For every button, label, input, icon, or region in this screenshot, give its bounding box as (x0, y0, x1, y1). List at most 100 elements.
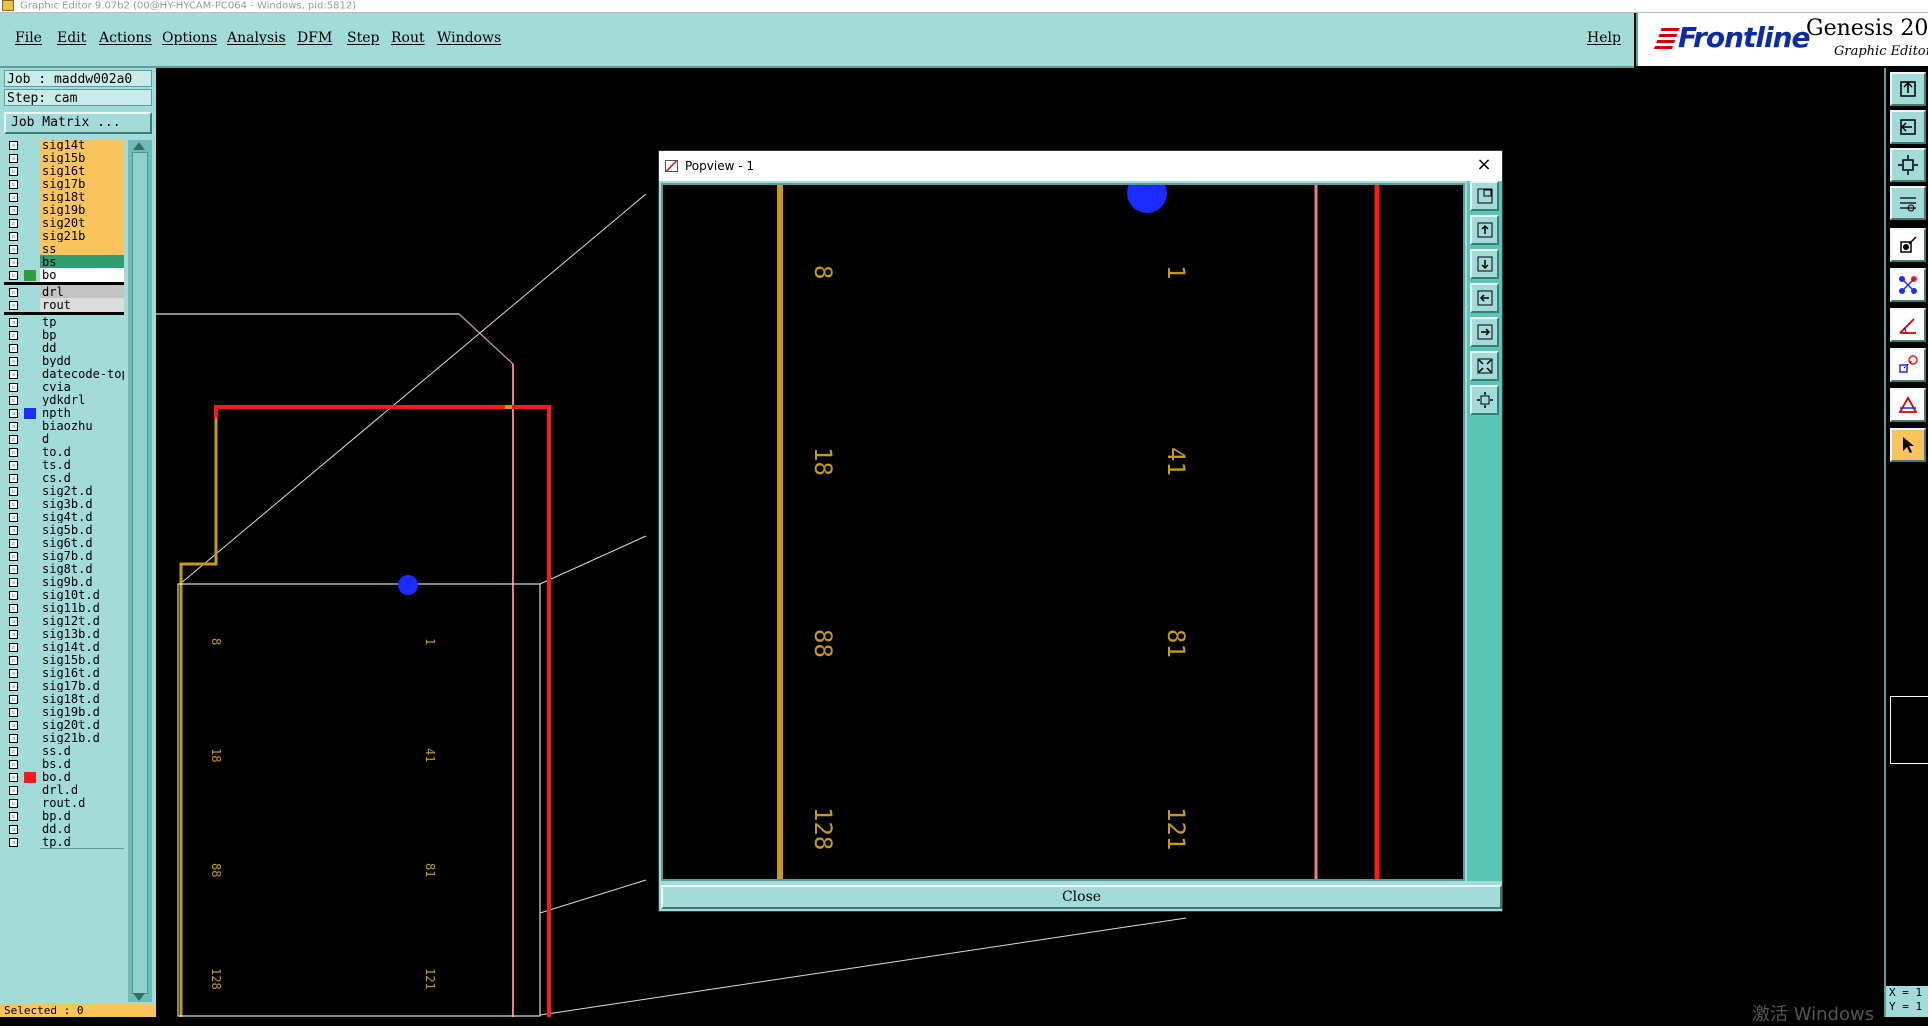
layer-checkbox[interactable] (9, 539, 18, 548)
layer-checkbox[interactable] (9, 435, 18, 444)
layer-checkbox[interactable] (9, 219, 18, 228)
layer-name[interactable]: sig16t (40, 164, 124, 178)
menu-step[interactable]: Step (347, 30, 379, 46)
layer-name[interactable]: sig3b.d (40, 497, 124, 511)
overview-minimap[interactable] (1890, 696, 1928, 764)
layer-name[interactable]: sig11b.d (40, 601, 124, 615)
layer-color-swatch[interactable] (24, 473, 36, 484)
layer-color-swatch[interactable] (24, 434, 36, 445)
layer-name[interactable]: sig21b (40, 229, 124, 243)
layer-color-swatch[interactable] (24, 629, 36, 640)
layer-checkbox[interactable] (9, 656, 18, 665)
layer-color-swatch[interactable] (24, 408, 36, 419)
layer-checkbox[interactable] (9, 604, 18, 613)
layer-name[interactable]: rout (40, 298, 124, 312)
layer-name[interactable]: ss.d (40, 744, 124, 758)
layer-checkbox[interactable] (9, 461, 18, 470)
layer-name[interactable]: biaozhu (40, 419, 124, 433)
layer-color-swatch[interactable] (24, 759, 36, 770)
layer-checkbox[interactable] (9, 357, 18, 366)
layer-color-swatch[interactable] (24, 655, 36, 666)
layer-name[interactable]: sig21b.d (40, 731, 124, 745)
popview-fit-button[interactable] (1470, 385, 1499, 415)
layer-name[interactable]: bp.d (40, 809, 124, 823)
layer-checkbox[interactable] (9, 695, 18, 704)
layer-row[interactable]: rout (4, 298, 124, 313)
menu-windows[interactable]: Windows (437, 30, 501, 46)
menu-options[interactable]: Options (162, 30, 217, 46)
layer-checkbox[interactable] (9, 288, 18, 297)
layer-name[interactable]: tp (40, 315, 124, 329)
scroll-down-arrow-icon[interactable] (133, 993, 145, 1001)
layer-color-swatch[interactable] (24, 447, 36, 458)
measure-angle-button[interactable] (1890, 308, 1926, 342)
layer-name[interactable]: dd (40, 341, 124, 355)
layer-checkbox[interactable] (9, 643, 18, 652)
layer-name[interactable]: ydkdrl (40, 393, 124, 407)
layer-color-swatch[interactable] (24, 395, 36, 406)
layer-checkbox[interactable] (9, 396, 18, 405)
layer-checkbox[interactable] (9, 799, 18, 808)
settings-button[interactable] (1890, 186, 1926, 220)
layer-color-swatch[interactable] (24, 166, 36, 177)
layer-color-swatch[interactable] (24, 231, 36, 242)
layer-checkbox[interactable] (9, 370, 18, 379)
layer-color-swatch[interactable] (24, 824, 36, 835)
popview-pan-right-button[interactable] (1470, 317, 1499, 347)
layer-name[interactable]: sig19b (40, 203, 124, 217)
layer-name[interactable]: sig20t (40, 216, 124, 230)
layer-color-swatch[interactable] (24, 317, 36, 328)
layer-color-swatch[interactable] (24, 421, 36, 432)
popview-pan-down-button[interactable] (1470, 249, 1499, 279)
layer-checkbox[interactable] (9, 331, 18, 340)
layer-color-swatch[interactable] (24, 798, 36, 809)
layer-color-swatch[interactable] (24, 270, 36, 281)
layer-name[interactable]: sig5b.d (40, 523, 124, 537)
layer-color-swatch[interactable] (24, 153, 36, 164)
layer-color-swatch[interactable] (24, 525, 36, 536)
scroll-up-arrow-icon[interactable] (133, 142, 145, 150)
layer-checkbox[interactable] (9, 193, 18, 202)
layer-color-swatch[interactable] (24, 772, 36, 783)
layer-name[interactable]: bs.d (40, 757, 124, 771)
layer-name[interactable]: bydd (40, 354, 124, 368)
menu-help[interactable]: Help (1587, 30, 1621, 46)
layer-color-swatch[interactable] (24, 694, 36, 705)
layer-checkbox[interactable] (9, 838, 18, 847)
layer-name[interactable]: ss (40, 242, 124, 256)
layer-checkbox[interactable] (9, 409, 18, 418)
layer-checkbox[interactable] (9, 245, 18, 254)
layer-checkbox[interactable] (9, 487, 18, 496)
layer-color-swatch[interactable] (24, 681, 36, 692)
layer-checkbox[interactable] (9, 180, 18, 189)
layer-row[interactable]: tp.d (4, 835, 124, 850)
layer-name[interactable]: sig17b.d (40, 679, 124, 693)
layer-name[interactable]: sig8t.d (40, 562, 124, 576)
layer-color-swatch[interactable] (24, 205, 36, 216)
popview-zoom-button[interactable] (1470, 181, 1499, 211)
layer-color-swatch[interactable] (24, 140, 36, 151)
measure-triangle-button[interactable] (1890, 388, 1926, 422)
pan-left-button[interactable] (1890, 110, 1926, 144)
layer-row[interactable]: bo (4, 268, 124, 283)
layer-color-swatch[interactable] (24, 192, 36, 203)
layer-name[interactable]: bo.d (40, 770, 124, 784)
layer-checkbox[interactable] (9, 552, 18, 561)
layer-color-swatch[interactable] (24, 538, 36, 549)
zoom-home-button[interactable] (1890, 72, 1926, 106)
layer-color-swatch[interactable] (24, 746, 36, 757)
layer-name[interactable]: bo (40, 268, 124, 282)
layer-color-swatch[interactable] (24, 668, 36, 679)
layer-checkbox[interactable] (9, 422, 18, 431)
layer-color-swatch[interactable] (24, 837, 36, 848)
popview-zoom-out-button[interactable] (1470, 351, 1499, 381)
scroll-track[interactable] (132, 152, 148, 994)
layer-name[interactable]: bs (40, 255, 124, 269)
layer-color-swatch[interactable] (24, 218, 36, 229)
popview-pan-left-button[interactable] (1470, 283, 1499, 313)
layer-color-swatch[interactable] (24, 603, 36, 614)
layer-name[interactable]: npth (40, 406, 124, 420)
layer-name[interactable]: sig12t.d (40, 614, 124, 628)
layer-name[interactable]: sig6t.d (40, 536, 124, 550)
layer-color-swatch[interactable] (24, 369, 36, 380)
